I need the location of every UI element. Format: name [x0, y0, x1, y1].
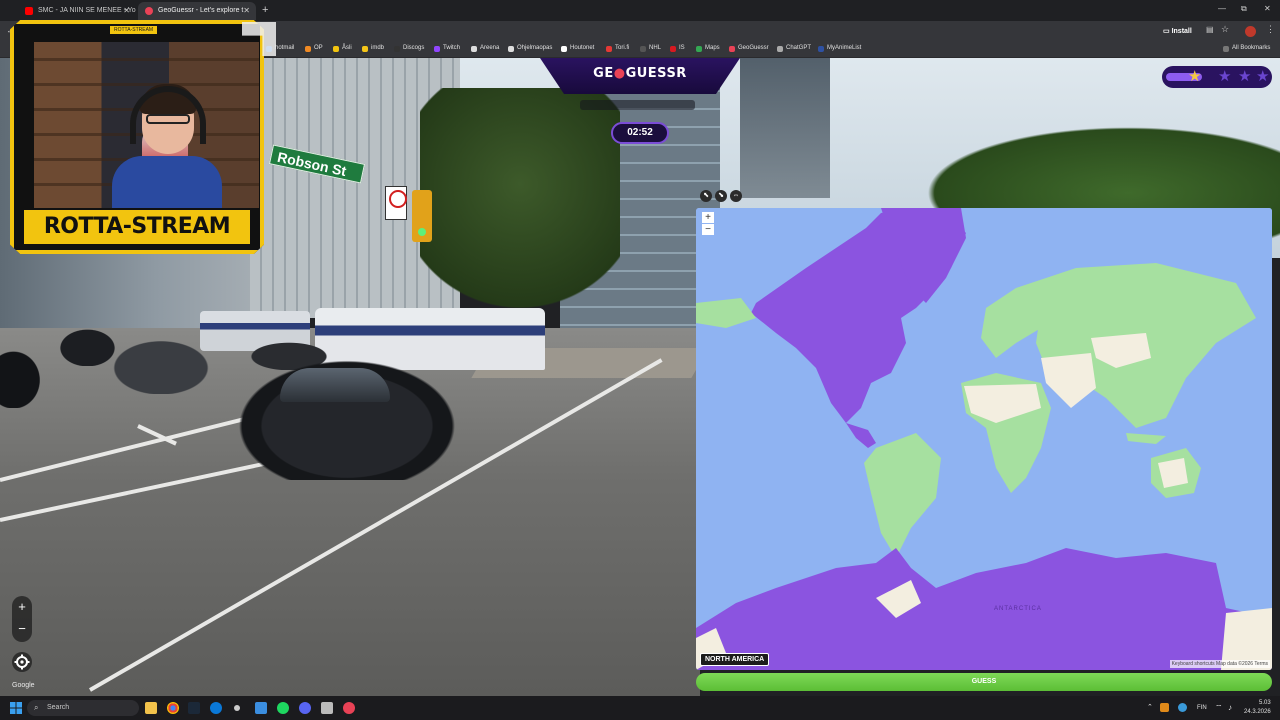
- bookmark-areena[interactable]: Areena: [471, 45, 499, 52]
- tab-youtube[interactable]: SMC - JA NIIN SE MENEE - Yo ✕: [18, 2, 136, 20]
- map-shrink-icon[interactable]: ⬊: [715, 190, 727, 202]
- bookmark-imdb[interactable]: imdb: [362, 45, 384, 52]
- map-label-antarctica: ANTARCTICA: [994, 606, 1042, 612]
- tray-app-icon[interactable]: [1160, 703, 1169, 712]
- google-watermark: Google: [12, 682, 35, 689]
- traffic-light: [412, 190, 432, 242]
- streamer: [112, 84, 222, 208]
- guess-map[interactable]: + − ANTARCTICA NORTH AMERICA Keyboard sh…: [696, 208, 1272, 670]
- geoguessr-icon: [145, 7, 153, 15]
- webcam-overlay: ROTTA-STREAM ROTTA-STREAM: [10, 20, 276, 254]
- map-pin-icon: ●: [613, 66, 626, 81]
- car: [238, 360, 456, 480]
- headset-icon: [130, 86, 206, 144]
- compass-strip: [580, 100, 695, 110]
- star-icon: ★: [1218, 68, 1232, 85]
- geoguessr-logo[interactable]: GE●GUESSR: [562, 66, 718, 81]
- map-zoom-out-button[interactable]: −: [702, 224, 714, 235]
- bookmark-op[interactable]: OP: [305, 45, 323, 52]
- car: [0, 346, 45, 408]
- webcam-video: [34, 42, 259, 208]
- close-icon[interactable]: ✕: [123, 6, 130, 15]
- search-placeholder: Search: [47, 704, 70, 711]
- maximize-button[interactable]: ⧉: [1241, 4, 1247, 14]
- webcam-top-label: ROTTA-STREAM: [110, 26, 158, 34]
- bookmark-ohjelmaopas[interactable]: Ohjelmaopas: [508, 45, 552, 52]
- guess-button[interactable]: GUESS: [696, 673, 1272, 691]
- profile-avatar[interactable]: [1245, 26, 1256, 37]
- zoom-in-button[interactable]: +: [12, 597, 32, 617]
- taskbar-search[interactable]: ⌕ Search: [27, 700, 139, 716]
- star-icon: ★: [1256, 68, 1270, 85]
- no-turn-sign: [385, 186, 407, 220]
- round-timer: 02:52: [611, 122, 669, 144]
- tab-title: SMC - JA NIIN SE MENEE - Yo: [38, 7, 136, 14]
- discord-icon[interactable]: [299, 702, 311, 714]
- search-icon: ⌕: [34, 703, 39, 712]
- windows-taskbar: ⌕ Search ⌃ FIN ⌔ ♪ 5.03 24.3.2026: [0, 696, 1280, 720]
- language-indicator[interactable]: FIN: [1197, 705, 1207, 711]
- car: [105, 336, 217, 394]
- map-attribution[interactable]: Keyboard shortcuts Map data ©2026 Terms: [1169, 660, 1270, 668]
- star-icon: ★: [1238, 68, 1252, 85]
- map-size-controls: ⬉ ⬊ ⇔: [698, 190, 744, 206]
- youtube-icon: [25, 7, 33, 15]
- install-label: Install: [1171, 28, 1192, 35]
- bookmark-tori[interactable]: Tori.fi: [606, 45, 629, 52]
- tray-network-icon[interactable]: [1178, 703, 1187, 712]
- map-enlarge-icon[interactable]: ⬉: [700, 190, 712, 202]
- close-icon[interactable]: ✕: [243, 6, 250, 15]
- map-region-label: NORTH AMERICA: [700, 653, 770, 666]
- bookmark-maps[interactable]: Maps: [696, 45, 720, 52]
- bookmark-chatgpt[interactable]: ChatGPT: [777, 45, 811, 52]
- menu-kebab-icon[interactable]: ⋮: [1266, 24, 1275, 35]
- obs-icon[interactable]: [234, 705, 240, 711]
- window-close-button[interactable]: ✕: [1264, 4, 1271, 13]
- photos-icon[interactable]: [255, 702, 267, 714]
- new-tab-button[interactable]: +: [262, 4, 268, 16]
- streetview-zoom-controls: + −: [12, 596, 32, 642]
- wifi-icon[interactable]: ⌔: [1215, 703, 1223, 713]
- install-icon: ▭: [1163, 28, 1170, 35]
- sidepanel-icon[interactable]: ▤: [1206, 25, 1214, 34]
- tab-geoguessr[interactable]: GeoGuessr - Let's explore t ✕: [138, 2, 256, 20]
- bookmark-houtonet[interactable]: Houtonet: [561, 45, 594, 52]
- map-zoom-in-button[interactable]: +: [702, 212, 714, 223]
- steam-icon[interactable]: [188, 702, 200, 714]
- bookmark-discogs[interactable]: Discogs: [394, 45, 424, 52]
- star-bookmark-icon[interactable]: ☆: [1221, 24, 1229, 35]
- browser-tab-bar: SMC - JA NIIN SE MENEE - Yo ✕ GeoGuessr …: [0, 0, 1280, 21]
- bookmark-asli[interactable]: Åsli: [333, 45, 352, 52]
- streamer-name-banner: ROTTA-STREAM: [24, 210, 250, 244]
- tab-title: GeoGuessr - Let's explore t: [158, 7, 244, 14]
- map-pin-toggle-icon[interactable]: ⇔: [730, 190, 742, 202]
- all-bookmarks-folder[interactable]: All Bookmarks: [1223, 45, 1270, 52]
- bookmark-myanimelist[interactable]: MyAnimeList: [818, 45, 861, 52]
- clock-time[interactable]: 5.03: [1259, 700, 1271, 706]
- bookmark-geoguessr[interactable]: GeoGuessr: [729, 45, 769, 52]
- bookmark-twitch[interactable]: Twitch: [434, 45, 460, 52]
- install-button[interactable]: ▭ Install: [1163, 25, 1197, 38]
- gear-icon: [14, 654, 30, 670]
- zoom-out-button[interactable]: −: [12, 619, 32, 639]
- star-icon: ★: [1188, 68, 1202, 85]
- file-explorer-icon[interactable]: [145, 702, 157, 714]
- bookmark-nhl[interactable]: NHL: [640, 45, 661, 52]
- spotify-icon[interactable]: [277, 702, 289, 714]
- bookmark-is[interactable]: IS: [670, 45, 685, 52]
- settings-button[interactable]: [12, 652, 32, 672]
- trees: [420, 88, 620, 328]
- minimize-button[interactable]: —: [1218, 4, 1226, 13]
- browser-app-icon[interactable]: [210, 702, 222, 714]
- windows-start-icon[interactable]: [10, 702, 22, 714]
- world-map[interactable]: [696, 208, 1272, 670]
- recording-app-icon[interactable]: [343, 702, 355, 714]
- app-icon[interactable]: [321, 702, 333, 714]
- clock-date[interactable]: 24.3.2026: [1244, 709, 1271, 715]
- chrome-icon[interactable]: [167, 702, 179, 714]
- stars-progress: ★ ★ ★ ★: [1162, 66, 1272, 88]
- volume-icon[interactable]: ♪: [1228, 703, 1232, 712]
- tray-chevron-icon[interactable]: ⌃: [1147, 703, 1153, 711]
